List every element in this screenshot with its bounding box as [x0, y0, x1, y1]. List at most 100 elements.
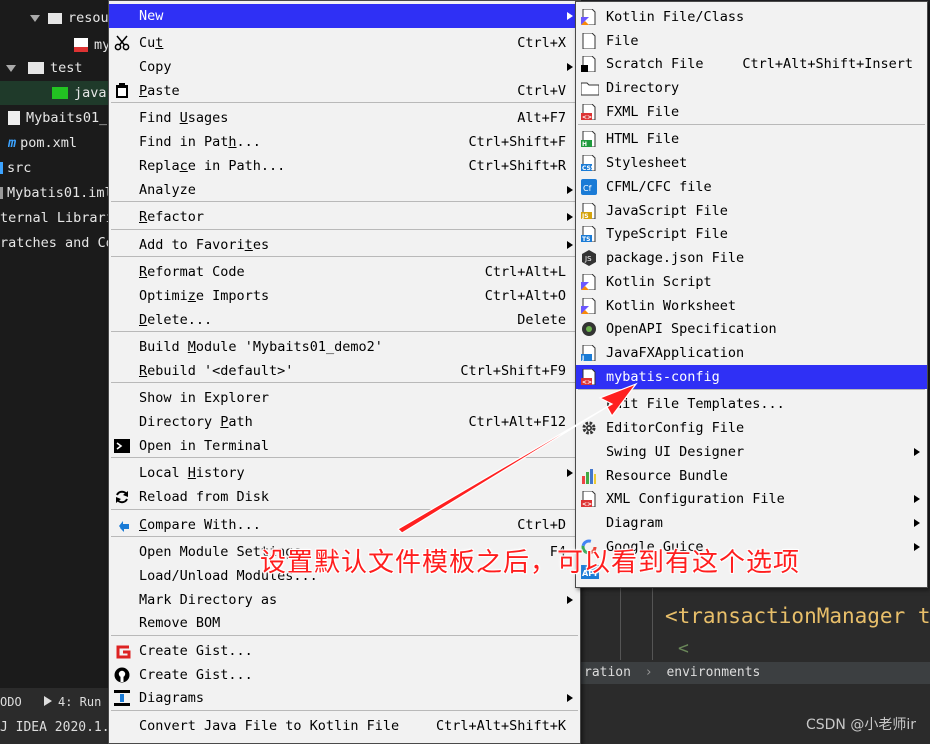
submenu-arrow-icon [914, 519, 920, 527]
new-item-kotlin-worksheet[interactable]: Kotlin Worksheet [576, 294, 927, 318]
tree-item-label: Mybaits01_ [26, 110, 108, 126]
new-item-kotlin-file-class[interactable]: Kotlin File/Class [576, 5, 927, 29]
menu-item-replace-in-path[interactable]: Replace in Path... Ctrl+Shift+R [109, 154, 580, 178]
menu-item-rebuild-default[interactable]: Rebuild '<default>' Ctrl+Shift+F9 [109, 359, 580, 383]
github-icon [114, 667, 130, 683]
new-item-kotlin-script[interactable]: Kotlin Script [576, 270, 927, 294]
menu-item-label: Add to Favorites [139, 237, 270, 253]
new-item-label: Kotlin Script [606, 274, 712, 290]
javascript-icon: JS [581, 202, 597, 220]
code-line[interactable]: <transactionManager ty [665, 604, 930, 628]
new-item-directory[interactable]: Directory [576, 76, 927, 100]
tree-item-iml[interactable]: Mybatis01.iml [0, 181, 113, 205]
menu-item-convert-java-file-to-kotlin-file[interactable]: Convert Java File to Kotlin File Ctrl+Alt… [109, 714, 580, 738]
new-item-javafxapplication[interactable]: J JavaFXApplication [576, 341, 927, 365]
tree-item-src[interactable]: src [0, 156, 31, 180]
svg-text:<>: <> [582, 114, 592, 120]
menu-item-label: Local History [139, 465, 245, 481]
menu-item-show-in-explorer[interactable]: Show in Explorer [109, 386, 580, 410]
new-item-diagram[interactable]: Diagram [576, 511, 927, 535]
svg-text:JS: JS [584, 255, 592, 263]
new-item-package-json-file[interactable]: JS package.json File [576, 246, 927, 270]
new-item-typescript-file[interactable]: TS TypeScript File [576, 222, 927, 246]
menu-item-create-gist[interactable]: Create Gist... [109, 639, 580, 663]
menu-item-cut[interactable]: Cut Ctrl+X [109, 31, 580, 55]
new-item-scratch-file[interactable]: Scratch File Ctrl+Alt+Shift+Insert [576, 52, 927, 76]
menu-item-reload-from-disk[interactable]: Reload from Disk [109, 485, 580, 509]
menu-item-remove-bom[interactable]: Remove BOM [109, 611, 580, 635]
menu-item-local-history[interactable]: Local History [109, 461, 580, 485]
menu-item-directory-path[interactable]: Directory Path Ctrl+Alt+F12 [109, 410, 580, 434]
menu-item-add-to-favorites[interactable]: Add to Favorites [109, 233, 580, 257]
menu-item-label: Rebuild '<default>' [139, 363, 294, 379]
menu-item-refactor[interactable]: Refactor [109, 205, 580, 229]
tree-item-java[interactable]: java [0, 81, 110, 105]
new-item-label: JavaScript File [606, 203, 728, 219]
new-item-mybatis-config[interactable]: <> mybatis-config [576, 365, 927, 389]
breadcrumb-item[interactable]: environments [666, 665, 760, 680]
annotation-text: 设置默认文件模板之后，可以看到有这个选项 [260, 548, 801, 578]
new-item-javascript-file[interactable]: JS JavaScript File [576, 199, 927, 223]
tree-item-label: src [7, 160, 32, 176]
menu-separator [111, 256, 578, 257]
menu-separator [111, 710, 578, 711]
menu-item-label: Convert Java File to Kotlin File [139, 718, 400, 734]
tree-item-scratches[interactable]: ratches and Co [0, 231, 114, 255]
project-tree: resou my test java Mybaits01_ m pom.xml s… [0, 0, 114, 744]
kotlin-file-icon [581, 8, 597, 26]
tree-item-external-libraries[interactable]: ternal Librari [0, 206, 114, 230]
new-item-label: Edit File Templates... [606, 396, 785, 412]
scratch-file-icon [581, 55, 597, 73]
menu-item-reformat-code[interactable]: Reformat Code Ctrl+Alt+L [109, 260, 580, 284]
tree-item-label: ternal Librari [0, 210, 114, 226]
compare-icon [114, 517, 130, 533]
menu-item-shortcut: Ctrl+V [517, 83, 566, 99]
breadcrumb-item[interactable]: ration [584, 665, 631, 680]
menu-item-build-module-mybaits01-demo2[interactable]: Build Module 'Mybaits01_demo2' [109, 335, 580, 359]
menu-item-find-in-path[interactable]: Find in Path... Ctrl+Shift+F [109, 130, 580, 154]
menu-item-label: Paste [139, 83, 180, 99]
new-item-resource-bundle[interactable]: Resource Bundle [576, 464, 927, 488]
menu-separator [111, 457, 578, 458]
new-item-fxml-file[interactable]: <> FXML File [576, 100, 927, 124]
new-submenu: Kotlin File/Class File Scratch File Ctrl+Al… [575, 1, 928, 588]
menu-item-copy[interactable]: Copy [109, 55, 580, 79]
tree-item-pom[interactable]: m pom.xml [8, 131, 77, 155]
new-item-stylesheet[interactable]: CSS Stylesheet [576, 151, 927, 175]
menu-item-analyze[interactable]: Analyze [109, 178, 580, 202]
menu-item-new[interactable]: New [109, 4, 580, 28]
run-tab[interactable]: 4: Run [44, 692, 101, 712]
menu-item-shortcut: Ctrl+Shift+F [468, 134, 566, 150]
menu-item-mark-directory-as[interactable]: Mark Directory as [109, 588, 580, 612]
folder-icon [580, 80, 600, 96]
tree-item-test[interactable]: test [6, 56, 83, 80]
new-item-xml-configuration-file[interactable]: <> XML Configuration File [576, 487, 927, 511]
html-icon: H [581, 130, 597, 148]
tree-item-mybaits-module[interactable]: Mybaits01_ [8, 106, 107, 130]
svg-text:<>: <> [582, 379, 592, 385]
menu-item-create-gist[interactable]: Create Gist... [109, 663, 580, 687]
menu-item-shortcut: Ctrl+Alt+Shift+K [435, 718, 566, 734]
new-item-swing-ui-designer[interactable]: Swing UI Designer [576, 440, 927, 464]
menu-item-shortcut: Ctrl+X [517, 35, 566, 51]
new-item-label: CFML/CFC file [606, 179, 712, 195]
menu-item-open-in-terminal[interactable]: Open in Terminal [109, 434, 580, 458]
menu-item-optimize-imports[interactable]: Optimize Imports Ctrl+Alt+O [109, 284, 580, 308]
tree-item-mybatis-xml[interactable]: my [74, 33, 110, 57]
new-item-openapi-specification[interactable]: OpenAPI Specification [576, 317, 927, 341]
new-item-label: File [606, 33, 639, 49]
new-item-file[interactable]: File [576, 29, 927, 53]
new-item-editorconfig-file[interactable]: EditorConfig File [576, 416, 927, 440]
new-item-edit-file-templates[interactable]: Edit File Templates... [576, 392, 927, 416]
menu-item-compare-with[interactable]: Compare With... Ctrl+D [109, 513, 580, 537]
menu-item-find-usages[interactable]: Find Usages Alt+F7 [109, 106, 580, 130]
menu-item-diagrams[interactable]: Diagrams [109, 686, 580, 710]
new-item-cfml-cfc-file[interactable]: Cf CFML/CFC file [576, 175, 927, 199]
menu-item-delete[interactable]: Delete... Delete [109, 308, 580, 332]
todo-tab[interactable]: ODO [0, 692, 22, 712]
editor-area: <transactionManager ty < ration › enviro… [580, 580, 930, 744]
new-item-html-file[interactable]: H HTML File [576, 127, 927, 151]
menu-separator [111, 201, 578, 202]
menu-item-paste[interactable]: Paste Ctrl+V [109, 79, 580, 103]
tree-item-resources[interactable]: resou [30, 6, 109, 30]
